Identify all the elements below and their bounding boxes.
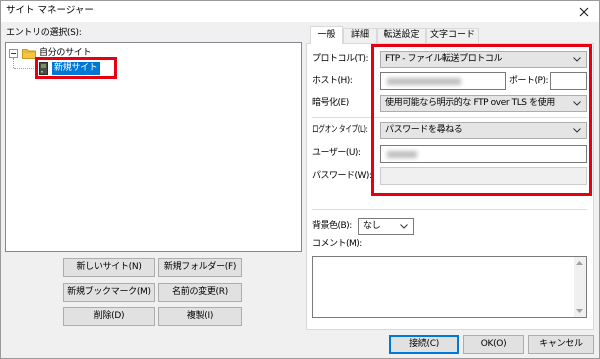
encryption-dropdown[interactable]: 使用可能なら明示的な FTP over TLS を使用 — [380, 95, 587, 112]
host-input[interactable] — [380, 72, 506, 90]
logon-type-label: ログオン タイプ(L): — [312, 125, 368, 135]
user-input[interactable] — [380, 145, 587, 163]
separator — [312, 209, 587, 210]
ok-button[interactable]: OK(O) — [463, 335, 524, 354]
password-label: パスワード(W): — [312, 171, 372, 181]
chevron-down-icon — [573, 128, 581, 133]
chevron-down-icon — [400, 224, 408, 229]
site-list-label: エントリの選択(S): — [6, 28, 82, 38]
duplicate-button[interactable]: 複製(I) — [158, 307, 242, 326]
rename-button[interactable]: 名前の変更(R) — [158, 283, 242, 302]
user-label: ユーザー(U): — [312, 148, 361, 158]
scroll-up-icon[interactable] — [576, 261, 583, 265]
vertical-scrollbar[interactable] — [574, 257, 586, 317]
folder-icon — [22, 49, 36, 59]
tab-general[interactable]: 一般 — [310, 26, 343, 44]
title-bar: サイト マネージャー — [1, 1, 599, 22]
port-input[interactable] — [550, 72, 587, 90]
cancel-button[interactable]: キャンセル — [528, 335, 594, 354]
tree-connector-line — [14, 68, 38, 69]
window-title: サイト マネージャー — [6, 5, 94, 16]
background-color-dropdown-value: なし — [363, 221, 381, 231]
comments-label: コメント(M): — [312, 239, 362, 249]
protocol-dropdown[interactable]: FTP - ファイル転送プロトコル — [380, 51, 587, 68]
background-color-label: 背景色(B): — [312, 221, 352, 231]
protocol-label: プロトコル(T): — [312, 54, 369, 64]
encryption-label: 暗号化(E) — [312, 98, 349, 108]
chevron-down-icon — [573, 101, 581, 106]
host-label: ホスト(H): — [312, 76, 353, 86]
tab-transfer-settings[interactable]: 転送設定 — [377, 28, 426, 43]
port-label: ポート(P): — [509, 76, 548, 86]
delete-button[interactable]: 削除(D) — [63, 307, 155, 326]
tree-item-label: 自分のサイト — [39, 48, 92, 58]
scroll-down-icon[interactable] — [576, 309, 583, 313]
new-site-button[interactable]: 新しいサイト(N) — [63, 258, 155, 277]
tree-item-new-site[interactable]: 新規サイト — [39, 62, 109, 75]
server-icon — [39, 62, 48, 75]
logon-type-dropdown-value: パスワードを尋ねる — [385, 125, 463, 135]
tree-connector-line — [13, 58, 14, 68]
tab-charset[interactable]: 文字コード — [426, 28, 479, 43]
redacted-host-text — [387, 78, 461, 85]
chevron-down-icon — [573, 57, 581, 62]
redacted-user-text — [387, 151, 417, 158]
tree-item-my-sites[interactable]: 自分のサイト — [9, 47, 109, 60]
new-bookmark-button[interactable]: 新規ブックマーク(M) — [63, 283, 155, 302]
tab-advanced[interactable]: 詳細 — [343, 28, 377, 43]
separator — [312, 117, 587, 118]
logon-type-dropdown[interactable]: パスワードを尋ねる — [380, 122, 587, 139]
close-button[interactable] — [569, 1, 599, 22]
site-manager-window: サイト マネージャー エントリの選択(S): 自分のサイト 新規サイト 新しいサ… — [0, 0, 600, 359]
collapse-icon[interactable] — [9, 49, 18, 58]
new-folder-button[interactable]: 新規フォルダー(F) — [158, 258, 242, 277]
tree-item-label-selected: 新規サイト — [52, 62, 100, 75]
protocol-dropdown-value: FTP - ファイル転送プロトコル — [385, 54, 503, 64]
password-input — [380, 167, 587, 185]
close-icon — [579, 7, 589, 16]
background-color-dropdown[interactable]: なし — [358, 218, 414, 235]
connect-button[interactable]: 接続(C) — [389, 335, 459, 354]
site-tree[interactable]: 自分のサイト 新規サイト — [5, 42, 302, 252]
encryption-dropdown-value: 使用可能なら明示的な FTP over TLS を使用 — [385, 98, 555, 108]
comments-textarea[interactable] — [312, 256, 587, 318]
